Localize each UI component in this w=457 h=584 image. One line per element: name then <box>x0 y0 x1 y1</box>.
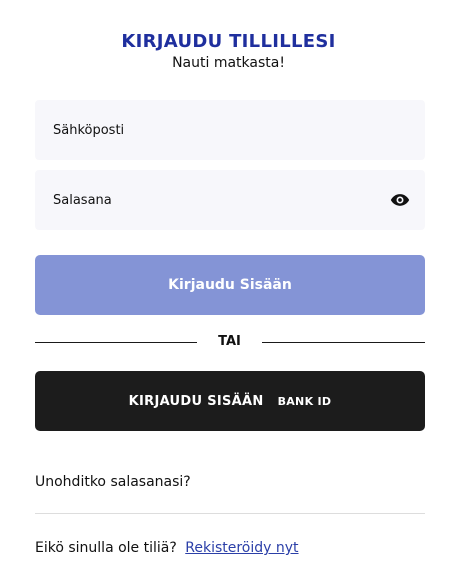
bankid-login-button[interactable]: KIRJAUDU SISÄÄN BANK ID <box>35 371 425 431</box>
password-field[interactable] <box>35 170 425 230</box>
page-subtitle: Nauti matkasta! <box>172 55 285 71</box>
register-link[interactable]: Rekisteröidy nyt <box>185 540 298 556</box>
eye-icon[interactable] <box>390 190 410 210</box>
page-title: KIRJAUDU TILLILLESI <box>121 31 336 52</box>
bankid-badge: BANK ID <box>277 394 332 408</box>
email-field[interactable] <box>35 100 425 160</box>
password-field-container[interactable] <box>35 170 425 230</box>
bankid-button-label: KIRJAUDU SISÄÄN <box>128 393 264 409</box>
email-field-container[interactable] <box>35 100 425 160</box>
no-account-text: Eikö sinulla ole tiliä? <box>35 540 177 556</box>
forgot-password-link[interactable]: Unohditko salasanasi? <box>35 474 191 490</box>
eye-icon-svg <box>390 194 410 206</box>
divider-label: TAI <box>218 334 241 349</box>
divider-line-right <box>262 342 425 343</box>
footer-divider <box>35 513 425 514</box>
signup-row: Eikö sinulla ole tiliä? Rekisteröidy nyt <box>35 540 299 556</box>
divider-line-left <box>35 342 197 343</box>
login-button[interactable]: Kirjaudu Sisään <box>35 255 425 315</box>
